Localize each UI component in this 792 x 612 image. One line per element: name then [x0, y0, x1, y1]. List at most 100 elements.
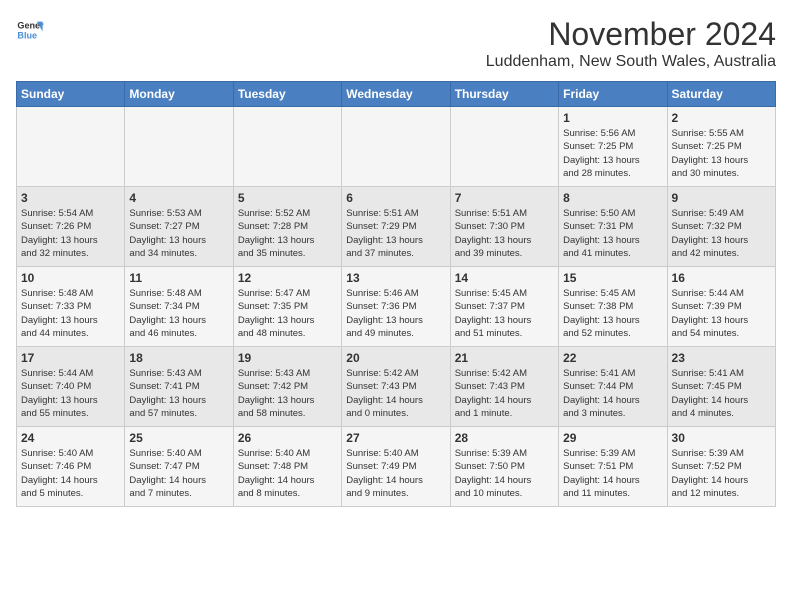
- day-info: Sunrise: 5:48 AM Sunset: 7:33 PM Dayligh…: [21, 287, 120, 340]
- day-number: 17: [21, 351, 120, 365]
- day-info: Sunrise: 5:53 AM Sunset: 7:27 PM Dayligh…: [129, 207, 228, 260]
- day-number: 29: [563, 431, 662, 445]
- day-number: 1: [563, 111, 662, 125]
- calendar-cell: 20 Sunrise: 5:42 AM Sunset: 7:43 PM Dayli…: [342, 347, 450, 427]
- day-info: Sunrise: 5:41 AM Sunset: 7:44 PM Dayligh…: [563, 367, 662, 420]
- calendar-cell: 16 Sunrise: 5:44 AM Sunset: 7:39 PM Dayli…: [667, 267, 775, 347]
- calendar-cell: [17, 107, 125, 187]
- header: General Blue November 2024 Luddenham, Ne…: [16, 16, 776, 71]
- calendar-cell: 7 Sunrise: 5:51 AM Sunset: 7:30 PM Daylig…: [450, 187, 558, 267]
- calendar-cell: [450, 107, 558, 187]
- day-number: 16: [672, 271, 771, 285]
- calendar-cell: 27 Sunrise: 5:40 AM Sunset: 7:49 PM Dayli…: [342, 427, 450, 507]
- calendar-cell: [233, 107, 341, 187]
- calendar-body: 1 Sunrise: 5:56 AM Sunset: 7:25 PM Daylig…: [17, 107, 776, 507]
- day-info: Sunrise: 5:40 AM Sunset: 7:48 PM Dayligh…: [238, 447, 337, 500]
- day-info: Sunrise: 5:46 AM Sunset: 7:36 PM Dayligh…: [346, 287, 445, 340]
- day-number: 27: [346, 431, 445, 445]
- day-info: Sunrise: 5:39 AM Sunset: 7:50 PM Dayligh…: [455, 447, 554, 500]
- day-info: Sunrise: 5:45 AM Sunset: 7:38 PM Dayligh…: [563, 287, 662, 340]
- calendar-cell: 11 Sunrise: 5:48 AM Sunset: 7:34 PM Dayli…: [125, 267, 233, 347]
- day-info: Sunrise: 5:52 AM Sunset: 7:28 PM Dayligh…: [238, 207, 337, 260]
- calendar-cell: 14 Sunrise: 5:45 AM Sunset: 7:37 PM Dayli…: [450, 267, 558, 347]
- calendar-cell: 5Sunrise: 5:52 AM Sunset: 7:28 PM Daylig…: [233, 187, 341, 267]
- calendar-cell: 4 Sunrise: 5:53 AM Sunset: 7:27 PM Daylig…: [125, 187, 233, 267]
- month-title: November 2024: [486, 16, 776, 53]
- calendar-week-row: 10 Sunrise: 5:48 AM Sunset: 7:33 PM Dayli…: [17, 267, 776, 347]
- calendar-cell: 24 Sunrise: 5:40 AM Sunset: 7:46 PM Dayli…: [17, 427, 125, 507]
- day-info: Sunrise: 5:39 AM Sunset: 7:51 PM Dayligh…: [563, 447, 662, 500]
- weekday-header: Tuesday: [233, 82, 341, 107]
- day-number: 18: [129, 351, 228, 365]
- day-info: Sunrise: 5:43 AM Sunset: 7:42 PM Dayligh…: [238, 367, 337, 420]
- calendar-cell: 15 Sunrise: 5:45 AM Sunset: 7:38 PM Dayli…: [559, 267, 667, 347]
- calendar-cell: 21 Sunrise: 5:42 AM Sunset: 7:43 PM Dayli…: [450, 347, 558, 427]
- day-info: Sunrise: 5:40 AM Sunset: 7:49 PM Dayligh…: [346, 447, 445, 500]
- day-number: 30: [672, 431, 771, 445]
- day-number: 26: [238, 431, 337, 445]
- day-number: 2: [672, 111, 771, 125]
- day-info: Sunrise: 5:39 AM Sunset: 7:52 PM Dayligh…: [672, 447, 771, 500]
- weekday-header: Wednesday: [342, 82, 450, 107]
- day-number: 9: [672, 191, 771, 205]
- calendar-cell: 6Sunrise: 5:51 AM Sunset: 7:29 PM Daylig…: [342, 187, 450, 267]
- logo: General Blue: [16, 16, 44, 44]
- day-number: 19: [238, 351, 337, 365]
- day-number: 11: [129, 271, 228, 285]
- calendar-week-row: 17 Sunrise: 5:44 AM Sunset: 7:40 PM Dayli…: [17, 347, 776, 427]
- day-number: 10: [21, 271, 120, 285]
- day-number: 14: [455, 271, 554, 285]
- calendar-cell: 10 Sunrise: 5:48 AM Sunset: 7:33 PM Dayli…: [17, 267, 125, 347]
- day-number: 20: [346, 351, 445, 365]
- day-number: 8: [563, 191, 662, 205]
- svg-text:Blue: Blue: [17, 30, 37, 40]
- calendar-cell: 12Sunrise: 5:47 AM Sunset: 7:35 PM Dayli…: [233, 267, 341, 347]
- day-info: Sunrise: 5:41 AM Sunset: 7:45 PM Dayligh…: [672, 367, 771, 420]
- calendar-cell: 22 Sunrise: 5:41 AM Sunset: 7:44 PM Dayli…: [559, 347, 667, 427]
- day-info: Sunrise: 5:55 AM Sunset: 7:25 PM Dayligh…: [672, 127, 771, 180]
- day-number: 12: [238, 271, 337, 285]
- day-number: 25: [129, 431, 228, 445]
- day-info: Sunrise: 5:51 AM Sunset: 7:30 PM Dayligh…: [455, 207, 554, 260]
- day-info: Sunrise: 5:49 AM Sunset: 7:32 PM Dayligh…: [672, 207, 771, 260]
- calendar-week-row: 3 Sunrise: 5:54 AM Sunset: 7:26 PM Daylig…: [17, 187, 776, 267]
- day-info: Sunrise: 5:56 AM Sunset: 7:25 PM Dayligh…: [563, 127, 662, 180]
- calendar-cell: 13Sunrise: 5:46 AM Sunset: 7:36 PM Dayli…: [342, 267, 450, 347]
- day-info: Sunrise: 5:42 AM Sunset: 7:43 PM Dayligh…: [455, 367, 554, 420]
- weekday-header: Thursday: [450, 82, 558, 107]
- day-number: 4: [129, 191, 228, 205]
- weekday-header: Sunday: [17, 82, 125, 107]
- day-info: Sunrise: 5:45 AM Sunset: 7:37 PM Dayligh…: [455, 287, 554, 340]
- day-number: 7: [455, 191, 554, 205]
- day-number: 6: [346, 191, 445, 205]
- day-info: Sunrise: 5:54 AM Sunset: 7:26 PM Dayligh…: [21, 207, 120, 260]
- day-number: 15: [563, 271, 662, 285]
- day-info: Sunrise: 5:42 AM Sunset: 7:43 PM Dayligh…: [346, 367, 445, 420]
- calendar-cell: 2 Sunrise: 5:55 AM Sunset: 7:25 PM Daylig…: [667, 107, 775, 187]
- weekday-header-row: SundayMondayTuesdayWednesdayThursdayFrid…: [17, 82, 776, 107]
- calendar-cell: 1 Sunrise: 5:56 AM Sunset: 7:25 PM Daylig…: [559, 107, 667, 187]
- calendar-cell: [342, 107, 450, 187]
- calendar-cell: 23 Sunrise: 5:41 AM Sunset: 7:45 PM Dayli…: [667, 347, 775, 427]
- calendar-cell: 25 Sunrise: 5:40 AM Sunset: 7:47 PM Dayli…: [125, 427, 233, 507]
- calendar-week-row: 24 Sunrise: 5:40 AM Sunset: 7:46 PM Dayli…: [17, 427, 776, 507]
- calendar-table: SundayMondayTuesdayWednesdayThursdayFrid…: [16, 81, 776, 507]
- day-info: Sunrise: 5:40 AM Sunset: 7:46 PM Dayligh…: [21, 447, 120, 500]
- logo-icon: General Blue: [16, 16, 44, 44]
- day-info: Sunrise: 5:44 AM Sunset: 7:40 PM Dayligh…: [21, 367, 120, 420]
- day-info: Sunrise: 5:48 AM Sunset: 7:34 PM Dayligh…: [129, 287, 228, 340]
- day-number: 21: [455, 351, 554, 365]
- day-number: 22: [563, 351, 662, 365]
- calendar-cell: [125, 107, 233, 187]
- weekday-header: Monday: [125, 82, 233, 107]
- calendar-cell: 19 Sunrise: 5:43 AM Sunset: 7:42 PM Dayli…: [233, 347, 341, 427]
- day-number: 3: [21, 191, 120, 205]
- day-number: 23: [672, 351, 771, 365]
- calendar-cell: 17 Sunrise: 5:44 AM Sunset: 7:40 PM Dayli…: [17, 347, 125, 427]
- calendar-cell: 8Sunrise: 5:50 AM Sunset: 7:31 PM Daylig…: [559, 187, 667, 267]
- day-number: 24: [21, 431, 120, 445]
- calendar-cell: 3 Sunrise: 5:54 AM Sunset: 7:26 PM Daylig…: [17, 187, 125, 267]
- day-info: Sunrise: 5:40 AM Sunset: 7:47 PM Dayligh…: [129, 447, 228, 500]
- day-info: Sunrise: 5:44 AM Sunset: 7:39 PM Dayligh…: [672, 287, 771, 340]
- day-number: 28: [455, 431, 554, 445]
